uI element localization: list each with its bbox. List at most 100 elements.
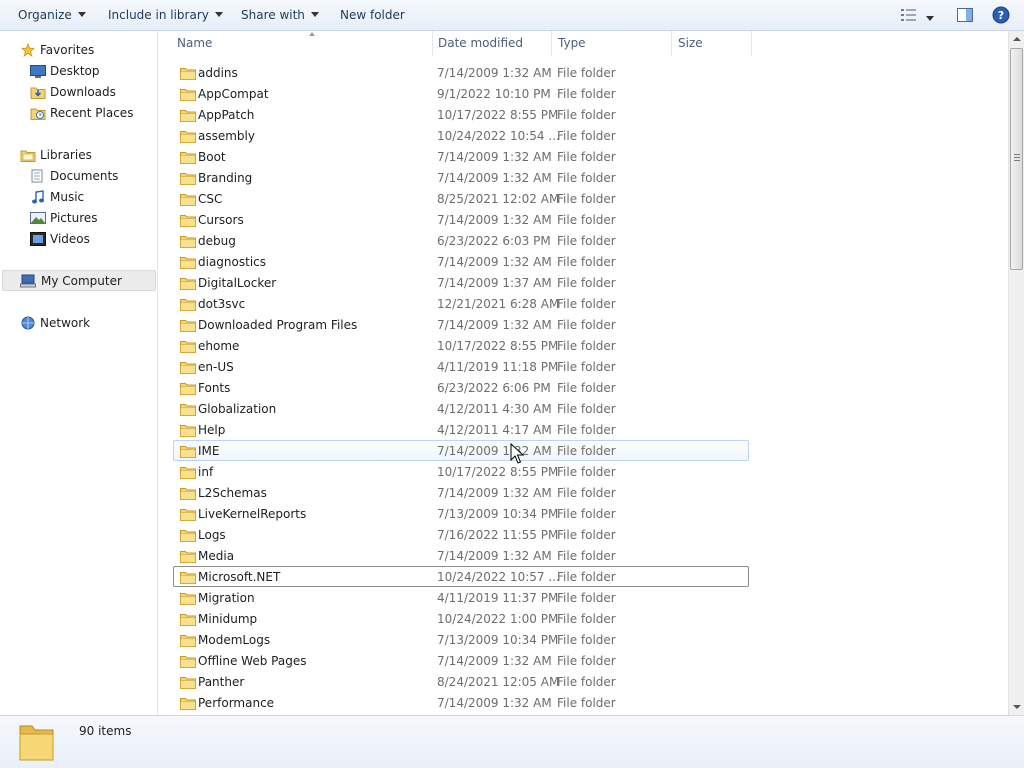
file-name: Performance <box>198 696 275 710</box>
chevron-down-icon <box>310 12 319 17</box>
file-type: File folder <box>557 612 616 626</box>
file-type: File folder <box>557 171 616 185</box>
file-type: File folder <box>557 192 616 206</box>
file-type: File folder <box>557 381 616 395</box>
file-type: File folder <box>557 402 616 416</box>
file-type: File folder <box>557 465 616 479</box>
column-header-date-modified[interactable]: Date modified <box>432 31 552 56</box>
file-row[interactable]: Logs 7/16/2022 11:55 PM File folder <box>173 524 749 545</box>
share-with-button[interactable]: Share with <box>241 7 319 25</box>
file-row[interactable]: Cursors 7/14/2009 1:32 AM File folder <box>173 209 749 230</box>
nav-music-label: Music <box>50 190 85 204</box>
file-row[interactable]: CSC 8/25/2021 12:02 AM File folder <box>173 188 749 209</box>
file-type: File folder <box>557 255 616 269</box>
file-name: DigitalLocker <box>198 276 277 290</box>
folder-icon <box>180 362 196 374</box>
scrollbar-thumb[interactable] <box>1010 48 1023 270</box>
file-type: File folder <box>557 633 616 647</box>
file-row[interactable]: Fonts 6/23/2022 6:06 PM File folder <box>173 377 749 398</box>
folder-icon <box>180 488 196 500</box>
folder-icon <box>180 404 196 416</box>
file-date-modified: 4/12/2011 4:30 AM <box>437 402 552 416</box>
chevron-down-icon <box>926 16 934 21</box>
file-name: ehome <box>198 339 240 353</box>
file-row[interactable]: Minidump 10/24/2022 1:00 PM File folder <box>173 608 749 629</box>
nav-my-computer[interactable]: My Computer <box>2 270 156 291</box>
new-folder-button[interactable]: New folder <box>340 7 405 25</box>
folder-icon <box>180 89 196 101</box>
folder-icon <box>180 299 196 311</box>
nav-recent-places-label: Recent Places <box>50 106 134 120</box>
file-row[interactable]: LiveKernelReports 7/13/2009 10:34 PM Fil… <box>173 503 749 524</box>
column-header-size[interactable]: Size <box>672 31 752 56</box>
file-name: en-US <box>198 360 234 374</box>
file-name: assembly <box>198 129 255 143</box>
file-row[interactable]: en-US 4/11/2019 11:18 PM File folder <box>173 356 749 377</box>
include-in-library-button[interactable]: Include in library <box>108 7 223 25</box>
organize-button[interactable]: Organize <box>18 7 86 25</box>
change-view-button[interactable] <box>901 8 917 25</box>
file-row[interactable]: addins 7/14/2009 1:32 AM File folder <box>173 62 749 83</box>
file-date-modified: 10/17/2022 8:55 PM <box>437 108 559 122</box>
file-row[interactable]: debug 6/23/2022 6:03 PM File folder <box>173 230 749 251</box>
folder-large-icon <box>19 725 54 761</box>
help-button[interactable]: ? <box>992 6 1010 27</box>
file-row[interactable]: Branding 7/14/2009 1:32 AM File folder <box>173 167 749 188</box>
file-row[interactable]: AppCompat 9/1/2022 10:10 PM File folder <box>173 83 749 104</box>
nav-videos-label: Videos <box>50 232 90 246</box>
file-row[interactable]: Help 4/12/2011 4:17 AM File folder <box>173 419 749 440</box>
file-date-modified: 7/14/2009 1:32 AM <box>437 486 552 500</box>
column-header-name[interactable]: Name <box>171 31 433 56</box>
file-type: File folder <box>557 528 616 542</box>
file-row[interactable]: Globalization 4/12/2011 4:30 AM File fol… <box>173 398 749 419</box>
file-row[interactable]: dot3svc 12/21/2021 6:28 AM File folder <box>173 293 749 314</box>
file-row[interactable]: AppPatch 10/17/2022 8:55 PM File folder <box>173 104 749 125</box>
file-name: Fonts <box>198 381 231 395</box>
folder-icon <box>180 110 196 122</box>
folder-icon <box>180 551 196 563</box>
file-date-modified: 7/16/2022 11:55 PM <box>437 528 559 542</box>
file-date-modified: 7/14/2009 1:37 AM <box>437 276 552 290</box>
pictures-icon <box>30 212 46 224</box>
file-type: File folder <box>557 66 616 80</box>
file-row[interactable]: assembly 10/24/2022 10:54 ... File folde… <box>173 125 749 146</box>
file-row[interactable]: Microsoft.NET 10/24/2022 10:57 ... File … <box>173 566 749 587</box>
new-folder-label: New folder <box>340 8 405 22</box>
file-row[interactable]: L2Schemas 7/14/2009 1:32 AM File folder <box>173 482 749 503</box>
preview-pane-icon <box>957 8 973 22</box>
file-date-modified: 7/13/2009 10:34 PM <box>437 507 559 521</box>
chevron-down-icon <box>77 12 86 17</box>
file-row[interactable]: Downloaded Program Files 7/14/2009 1:32 … <box>173 314 749 335</box>
file-row[interactable]: ModemLogs 7/13/2009 10:34 PM File folder <box>173 629 749 650</box>
file-date-modified: 7/14/2009 1:32 AM <box>437 66 552 80</box>
file-name: AppPatch <box>198 108 255 122</box>
scroll-down-arrow-icon[interactable] <box>1013 705 1021 709</box>
computer-icon <box>20 274 36 288</box>
file-date-modified: 7/14/2009 1:32 AM <box>437 696 552 710</box>
file-row[interactable]: inf 10/17/2022 8:55 PM File folder <box>173 461 749 482</box>
folder-icon <box>180 341 196 353</box>
file-row[interactable]: Migration 4/11/2019 11:37 PM File folder <box>173 587 749 608</box>
file-row[interactable]: diagnostics 7/14/2009 1:32 AM File folde… <box>173 251 749 272</box>
column-header-date-modified-label: Date modified <box>438 36 524 50</box>
file-row[interactable]: Offline Web Pages 7/14/2009 1:32 AM File… <box>173 650 749 671</box>
file-date-modified: 6/23/2022 6:06 PM <box>437 381 551 395</box>
vertical-scrollbar[interactable] <box>1008 31 1024 715</box>
file-name: Panther <box>198 675 245 689</box>
nav-my-computer-label: My Computer <box>41 274 122 288</box>
nav-libraries-label: Libraries <box>40 148 92 162</box>
file-row[interactable]: Media 7/14/2009 1:32 AM File folder <box>173 545 749 566</box>
file-row[interactable]: DigitalLocker 7/14/2009 1:37 AM File fol… <box>173 272 749 293</box>
preview-pane-button[interactable] <box>957 7 973 26</box>
file-name: Branding <box>198 171 253 185</box>
file-date-modified: 7/14/2009 1:32 AM <box>437 255 552 269</box>
file-row[interactable]: Boot 7/14/2009 1:32 AM File folder <box>173 146 749 167</box>
scroll-up-arrow-icon[interactable] <box>1013 37 1021 41</box>
view-options-dropdown[interactable] <box>926 12 934 26</box>
file-row[interactable]: ehome 10/17/2022 8:55 PM File folder <box>173 335 749 356</box>
file-type: File folder <box>557 213 616 227</box>
column-header-type[interactable]: Type <box>552 31 672 56</box>
file-row[interactable]: IME 7/14/2009 1:32 AM File folder <box>173 440 749 461</box>
file-row[interactable]: Performance 7/14/2009 1:32 AM File folde… <box>173 692 749 713</box>
file-row[interactable]: Panther 8/24/2021 12:05 AM File folder <box>173 671 749 692</box>
